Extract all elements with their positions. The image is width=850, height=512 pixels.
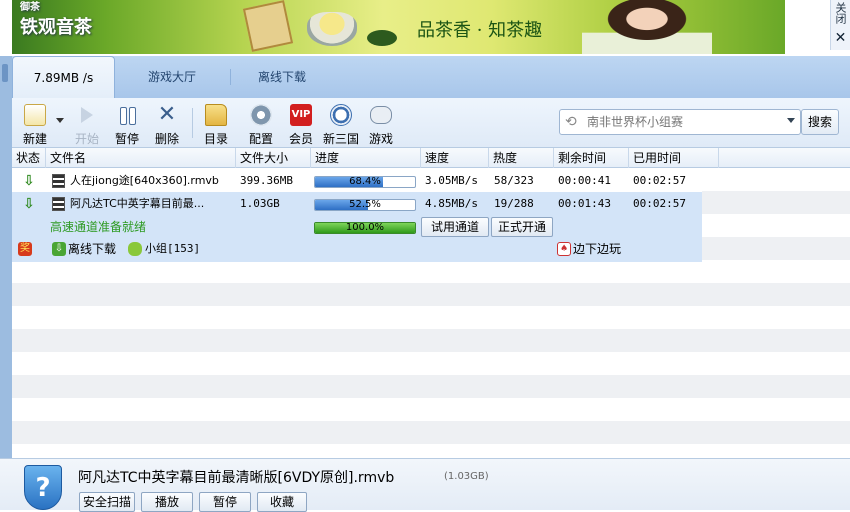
banner-ad[interactable]: 御茶 铁观音茶 品茶香 · 知茶趣 — [12, 0, 785, 54]
new-label: 新建 — [22, 132, 47, 146]
pause-icon — [116, 104, 138, 126]
config-button[interactable]: 配置 — [244, 104, 278, 147]
column-filename[interactable]: 文件名 — [45, 148, 235, 168]
gear-icon — [250, 104, 272, 126]
column-elapsed[interactable]: 已用时间 — [628, 148, 718, 168]
play-button[interactable]: 播放 — [141, 492, 193, 512]
task-remaining: 00:01:43 — [558, 197, 611, 210]
column-speed[interactable]: 速度 — [420, 148, 488, 168]
task-name: 人在jiong途[640x360].rmvb — [70, 174, 219, 187]
tab-bar: 7.89MB /s 游戏大厅 离线下载 — [12, 56, 850, 98]
column-size[interactable]: 文件大小 — [235, 148, 310, 168]
tea-cup-image — [307, 12, 357, 46]
start-label: 开始 — [74, 132, 99, 146]
task-heat: 58/323 — [494, 174, 534, 187]
banner-logo-top: 御茶 — [20, 2, 40, 13]
poker-card-icon: ♠ — [557, 242, 571, 256]
gamepad-icon — [370, 106, 392, 124]
folder-icon — [205, 104, 227, 126]
column-heat[interactable]: 热度 — [488, 148, 553, 168]
task-speed: 3.05MB/s — [425, 174, 478, 187]
search-button[interactable]: 搜索 — [801, 109, 839, 135]
task-list-header: 状态 文件名 文件大小 进度 速度 热度 剩余时间 已用时间 — [12, 148, 850, 168]
tab-speed[interactable]: 7.89MB /s — [12, 56, 115, 98]
tea-leaves-image — [367, 30, 397, 46]
new-task-button[interactable]: 新建 — [18, 104, 52, 147]
task-progress-text: 52.5% — [349, 199, 381, 210]
banner-logo-main: 铁观音茶 — [20, 17, 92, 38]
open-channel-button[interactable]: 正式开通 — [491, 217, 553, 237]
task-size: 1.03GB — [240, 197, 280, 210]
close-icon: ✕ — [834, 30, 847, 46]
tab-divider — [230, 69, 231, 85]
column-remaining[interactable]: 剩余时间 — [553, 148, 628, 168]
games-button[interactable]: 游戏 — [364, 104, 398, 147]
video-file-icon — [52, 197, 65, 211]
close-banner-button[interactable]: 关闭 ✕ — [830, 0, 850, 50]
task-elapsed: 00:02:57 — [633, 174, 686, 187]
games-label: 游戏 — [368, 132, 393, 146]
offline-download-icon: ⇩ — [52, 242, 66, 256]
selected-file-title: 阿凡达TC中英字幕目前最清晰版[6VDY原创].rmvb — [78, 470, 395, 486]
pause-detail-button[interactable]: 暂停 — [199, 492, 251, 512]
column-empty — [718, 148, 850, 168]
delete-icon: ✕ — [157, 102, 177, 127]
start-button[interactable]: 开始 — [70, 104, 104, 147]
scroll-image — [242, 0, 294, 52]
download-arrow-icon: ⇩ — [23, 196, 35, 212]
play-while-download-link[interactable]: 边下边玩 — [573, 241, 621, 257]
toolbar-divider — [192, 108, 193, 138]
shield-question-icon: ? — [24, 465, 62, 510]
group-link[interactable]: 小组[153] — [145, 241, 200, 257]
close-label: 关闭 — [834, 2, 847, 24]
directory-label: 目录 — [203, 132, 228, 146]
search-input[interactable] — [587, 110, 787, 134]
tab-game-hall[interactable]: 游戏大厅 — [127, 56, 217, 98]
member-label: 会员 — [288, 132, 313, 146]
task-speed: 4.85MB/s — [425, 197, 478, 210]
pause-label: 暂停 — [114, 132, 139, 146]
favorite-button[interactable]: 收藏 — [257, 492, 307, 512]
play-icon — [76, 104, 98, 126]
offline-download-link[interactable]: 离线下载 — [68, 241, 116, 257]
banner-model-image — [582, 0, 712, 54]
tab-offline-download[interactable]: 离线下载 — [242, 56, 322, 98]
selected-file-size: (1.03GB) — [444, 471, 489, 482]
config-label: 配置 — [248, 132, 273, 146]
column-progress[interactable]: 进度 — [310, 148, 420, 168]
download-arrow-icon: ⇩ — [23, 173, 35, 189]
column-status[interactable]: 状态 — [12, 148, 45, 168]
new-file-icon — [24, 104, 46, 126]
directory-button[interactable]: 目录 — [199, 104, 233, 147]
security-scan-button[interactable]: 安全扫描 — [79, 492, 135, 512]
new-dropdown-arrow-icon[interactable] — [56, 118, 64, 123]
search-engine-icon: ⟲ — [565, 114, 577, 130]
banner-slogan: 品茶香 · 知茶趣 — [417, 20, 543, 41]
task-progress-text: 68.4% — [349, 176, 381, 187]
task-remaining: 00:00:41 — [558, 174, 611, 187]
member-button[interactable]: VIP 会员 — [284, 104, 318, 147]
video-file-icon — [52, 174, 65, 188]
delete-label: 删除 — [154, 132, 179, 146]
banner-logo: 御茶 铁观音茶 — [20, 2, 140, 50]
pause-button[interactable]: 暂停 — [110, 104, 144, 147]
trial-channel-button[interactable]: 试用通道 — [421, 217, 489, 237]
award-icon[interactable]: 奖 — [18, 242, 32, 256]
hd-game-icon — [330, 104, 352, 126]
search-dropdown-icon[interactable] — [787, 118, 795, 123]
task-size: 399.36MB — [240, 174, 293, 187]
xinsanguo-button[interactable]: 新三国 — [320, 104, 362, 147]
task-name: 阿凡达TC中英字幕目前最... — [70, 197, 205, 210]
channel-ready-text: 高速通道准备就绪 — [50, 220, 147, 234]
task-heat: 19/288 — [494, 197, 534, 210]
channel-progress-text: 100.0% — [345, 222, 385, 233]
vip-icon: VIP — [290, 104, 312, 126]
group-chat-icon — [128, 242, 142, 256]
left-collapse-strip[interactable] — [0, 56, 12, 510]
xinsanguo-label: 新三国 — [322, 132, 359, 146]
delete-button[interactable]: ✕ 删除 — [150, 104, 184, 147]
task-elapsed: 00:02:57 — [633, 197, 686, 210]
